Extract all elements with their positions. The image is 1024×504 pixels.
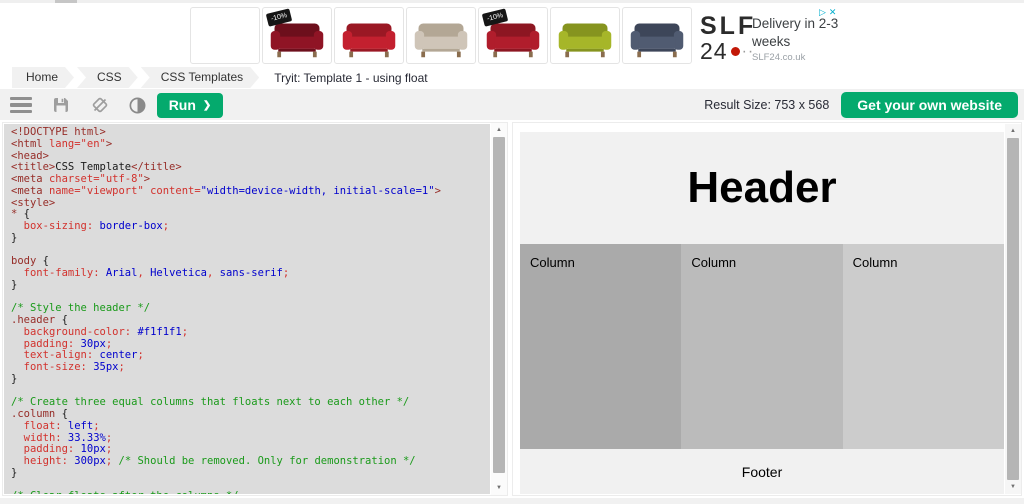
ad-banner: -10%-10% SLF 24·· Delivery in 2-3 weeks … [0,3,1024,66]
code-line: /* Create three equal columns that float… [11,397,490,409]
code-line: } [11,280,490,292]
toolbar: Run❯ Result Size: 753 x 568 Get your own… [0,90,1024,120]
preview-column: Column [843,244,1004,449]
breadcrumb-item-css-templates[interactable]: CSS Templates [141,67,259,88]
code-line: font-family: Arial, Helvetica, sans-seri… [11,268,490,280]
page-bottom-strip [0,498,1024,504]
ad-logo[interactable]: SLF 24·· [700,14,756,63]
breadcrumb-current: Tryit: Template 1 - using float [274,71,427,85]
adchoices-icon[interactable]: ▷ [819,7,826,18]
sofa-icon [338,16,400,61]
preview-columns: ColumnColumnColumn [520,244,1004,449]
scroll-up-icon[interactable]: ▲ [1005,126,1021,136]
sofa-icon [410,16,472,61]
ad-logo-line1: SLF [700,14,756,39]
get-website-button[interactable]: Get your own website [841,92,1018,118]
ad-logo-line2: 24·· [700,40,756,63]
code-line: box-sizing: border-box; [11,221,490,233]
breadcrumb-item-css[interactable]: CSS [77,67,138,88]
preview-column: Column [520,244,681,449]
preview-footer: Footer [520,449,1004,494]
code-line: } [11,374,490,386]
code-line: } [11,233,490,245]
code-line: /* Style the header */ [11,303,490,315]
run-button[interactable]: Run❯ [157,93,223,118]
code-line: <meta name="viewport" content="width=dev… [11,186,490,198]
sofa-icon [554,16,616,61]
ad-logo-red-dot-icon [731,47,740,56]
ad-product-thumbnails: -10% -10% [190,7,694,64]
code-line [11,245,490,257]
scroll-down-icon[interactable]: ▼ [1005,482,1021,492]
save-icon[interactable] [52,96,70,114]
ad-sofa-thumbnail[interactable] [550,7,620,64]
workspace: <!DOCTYPE html><html lang="en"><head><ti… [0,120,1024,498]
ad-sofa-thumbnail[interactable] [622,7,692,64]
preview-scrollbar-thumb[interactable] [1007,138,1019,480]
menu-icon[interactable] [10,97,32,114]
code-line: font-size: 35px; [11,362,490,374]
code-line: } [11,468,490,480]
ad-sofa-thumbnail[interactable] [334,7,404,64]
ad-close-icon[interactable]: ✕ [829,7,837,18]
ad-sofa-thumbnail[interactable]: -10% [262,7,332,64]
ad-headline[interactable]: Delivery in 2-3 weeks [752,15,838,51]
breadcrumb-items: HomeCSSCSS Templates [12,67,262,88]
ad-domain[interactable]: SLF24.co.uk [752,52,805,63]
contrast-dark-mode-icon[interactable] [128,96,147,115]
scroll-up-icon[interactable]: ▲ [491,125,507,135]
sofa-icon [626,16,688,61]
preview-header-title: Header [687,163,836,213]
run-chevron-icon: ❯ [203,100,211,111]
code-line: /* Clear floats after the columns */ [11,491,490,494]
result-size-label: Result Size: 753 x 568 [704,98,829,112]
breadcrumb: HomeCSSCSS Templates Tryit: Template 1 -… [0,66,1024,90]
code-editor-pane: <!DOCTYPE html><html lang="en"><head><ti… [2,122,508,496]
ad-empty-thumbnail[interactable] [190,7,260,64]
ad-sofa-thumbnail[interactable] [406,7,476,64]
editor-scrollbar[interactable]: ▲ ▼ [491,123,507,495]
code-line: <html lang="en"> [11,139,490,151]
result-preview-pane: Header ColumnColumnColumn Footer ▲ ▼ [512,122,1022,496]
preview-column: Column [681,244,842,449]
ad-sofa-thumbnail[interactable]: -10% [478,7,548,64]
preview-header: Header [520,132,1004,244]
ad-controls: ▷ ✕ [819,7,836,18]
preview-document: Header ColumnColumnColumn Footer [520,132,1004,494]
code-editor[interactable]: <!DOCTYPE html><html lang="en"><head><ti… [4,124,490,494]
scroll-down-icon[interactable]: ▼ [491,483,507,493]
code-line: <style> [11,198,490,210]
breadcrumb-item-home[interactable]: Home [12,67,74,88]
spaces-slash-icon[interactable] [90,95,110,115]
editor-scrollbar-thumb[interactable] [493,137,505,473]
preview-scrollbar[interactable]: ▲ ▼ [1005,124,1021,494]
code-line: height: 300px; /* Should be removed. Onl… [11,456,490,468]
